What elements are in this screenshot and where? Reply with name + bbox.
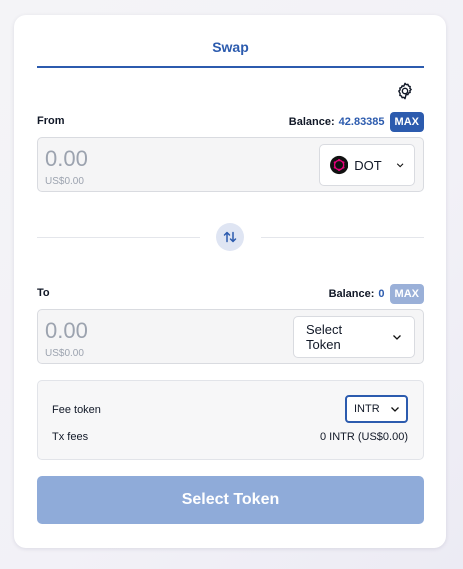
tab-bar: Swap	[37, 15, 424, 68]
fee-token-label: Fee token	[52, 404, 101, 416]
from-amount-input[interactable]: 0.00	[45, 146, 88, 172]
tx-fees-label: Tx fees	[52, 431, 89, 443]
to-token-label: Select Token	[306, 322, 343, 352]
gear-icon[interactable]	[395, 81, 415, 101]
to-token-select[interactable]: Select Token	[293, 316, 415, 358]
polkadot-logo-icon	[330, 155, 349, 175]
from-max-button[interactable]: MAX	[389, 112, 424, 132]
to-amount-field[interactable]: 0.00 US$0.00 Select Token	[37, 309, 424, 364]
swap-direction-button[interactable]	[216, 223, 244, 251]
to-balance: Balance: 0 MAX	[329, 284, 424, 304]
from-token-select[interactable]: DOT	[319, 144, 415, 186]
chevron-down-icon	[396, 163, 404, 168]
from-token-label: DOT	[354, 157, 382, 173]
from-balance-value: 42.83385	[338, 116, 385, 128]
chevron-down-icon	[393, 335, 401, 340]
from-usd-value: US$0.00	[45, 176, 84, 187]
to-balance-value: 0	[378, 288, 385, 300]
submit-button[interactable]: Select Token	[37, 476, 424, 524]
to-usd-value: US$0.00	[45, 348, 84, 359]
chevron-down-icon	[391, 407, 399, 412]
from-balance: Balance: 42.83385 MAX	[289, 112, 424, 132]
to-balance-label: Balance:	[328, 288, 375, 300]
tab-swap[interactable]: Swap	[37, 39, 424, 55]
fee-token-value: INTR	[354, 403, 380, 415]
fee-panel: Fee token INTR Tx fees 0 INTR (US$0.00)	[37, 380, 424, 460]
to-label: To	[37, 287, 50, 299]
from-amount-field[interactable]: 0.00 US$0.00 DOT	[37, 137, 424, 192]
swap-arrows-icon	[223, 231, 237, 243]
swap-card: Swap From Balance: 42.83385 MAX 0.00 US$…	[14, 15, 446, 548]
from-label: From	[37, 115, 65, 127]
to-amount-input[interactable]: 0.00	[45, 318, 88, 344]
divider-right	[261, 237, 424, 238]
from-balance-label: Balance:	[288, 116, 335, 128]
tx-fees-value: 0 INTR (US$0.00)	[319, 431, 408, 443]
divider-left	[37, 237, 200, 238]
to-max-button[interactable]: MAX	[389, 284, 424, 304]
fee-token-select[interactable]: INTR	[345, 395, 408, 423]
